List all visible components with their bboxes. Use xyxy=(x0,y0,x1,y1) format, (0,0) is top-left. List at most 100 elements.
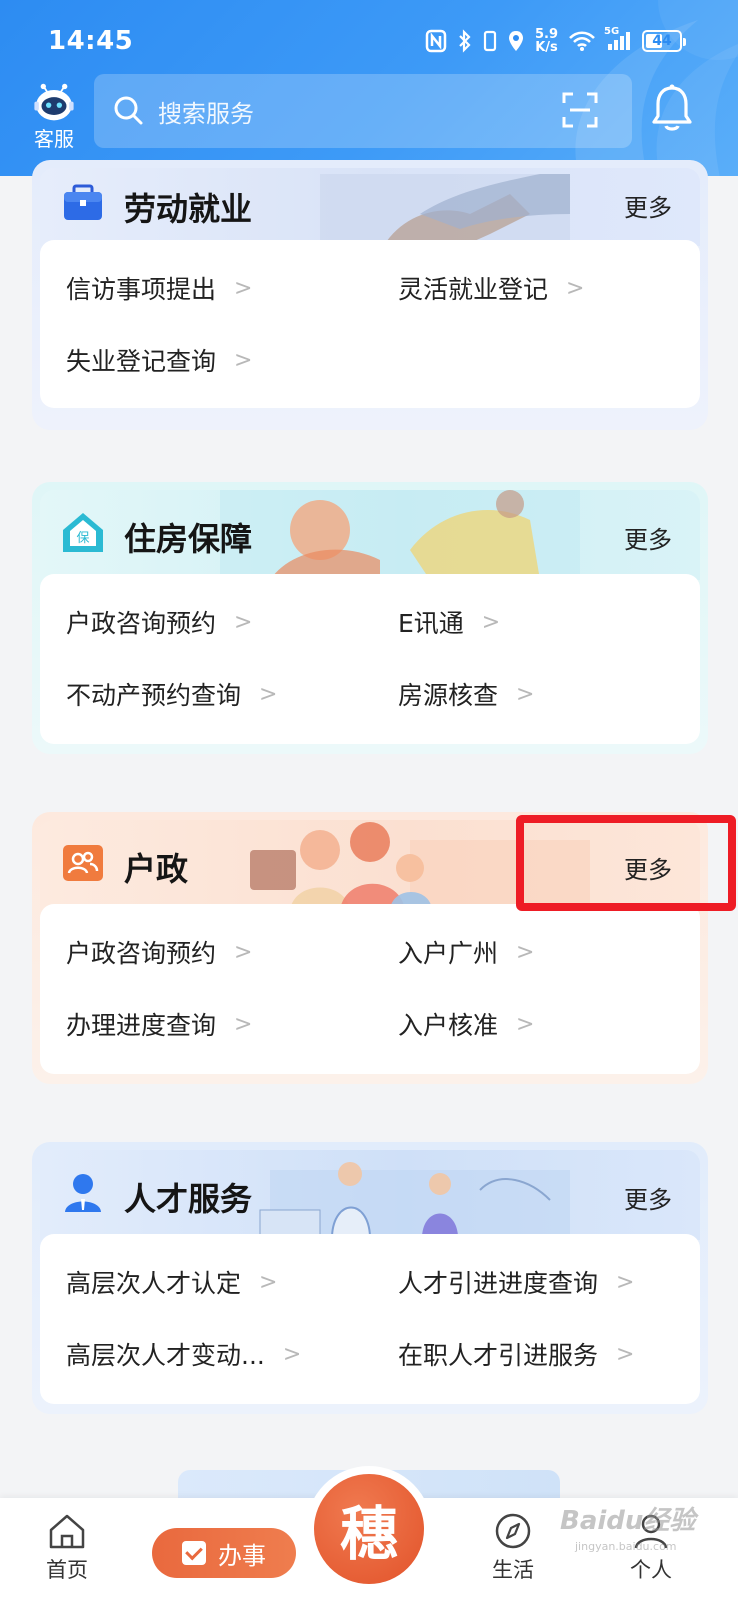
chevron-right-icon: > xyxy=(282,1341,302,1367)
svg-text:保: 保 xyxy=(76,531,89,546)
nav-banshi-label: 办事 xyxy=(218,1541,266,1570)
chevron-right-icon: > xyxy=(481,609,501,635)
chevron-right-icon: > xyxy=(616,1341,635,1367)
status-bar: 14:45 5.9 K/s 5G 44 xyxy=(0,0,738,80)
center-main-button[interactable]: 穗 xyxy=(306,1466,432,1592)
nav-me-label: 个人 xyxy=(630,1558,672,1582)
housing-shield-icon: 保 xyxy=(60,510,106,556)
section-housing-header: 保 住房保障 更多 xyxy=(40,490,700,580)
service-item-label: 房源核查 xyxy=(398,681,499,710)
section-title: 住房保障 xyxy=(124,520,253,558)
vibrate-icon xyxy=(483,29,497,53)
nav-banshi-button[interactable]: 办事 xyxy=(152,1528,296,1578)
talent-illustration xyxy=(259,1162,570,1240)
watermark: Baidu经验 xyxy=(560,1506,696,1536)
section-talent-header: 人才服务 更多 xyxy=(40,1150,700,1240)
section-labor-items: 信访事项提出 > 灵活就业登记 > 失业登记查询 > xyxy=(40,240,700,408)
checkbox-icon xyxy=(182,1541,206,1565)
chevron-right-icon: > xyxy=(516,939,535,965)
people-icon xyxy=(60,840,106,886)
service-item-label: E讯通 xyxy=(398,609,464,638)
service-item-label: 户政咨询预约 xyxy=(66,609,217,638)
scan-icon[interactable] xyxy=(562,92,598,132)
more-link[interactable]: 更多 xyxy=(624,520,672,555)
service-item[interactable]: 不动产预约查询 > xyxy=(66,676,277,712)
service-item[interactable]: 房源核查 > xyxy=(398,676,534,712)
service-item[interactable]: 户政咨询预约 > xyxy=(66,934,252,970)
chevron-right-icon: > xyxy=(516,1011,535,1037)
section-housing: 保 住房保障 更多 户政咨询预约 > E讯通 > 不动产预约查询 > 房源核查 > xyxy=(32,482,708,754)
nav-home-label: 首页 xyxy=(46,1558,88,1582)
wifi-icon xyxy=(568,30,596,52)
service-item[interactable]: 入户广州 > xyxy=(398,934,534,970)
service-item[interactable]: 在职人才引进服务 > xyxy=(398,1336,634,1372)
nav-life-label: 生活 xyxy=(492,1558,534,1582)
compass-icon xyxy=(495,1513,531,1549)
service-item-label: 高层次人才认定 xyxy=(66,1269,242,1298)
chevron-right-icon: > xyxy=(259,681,278,707)
service-item[interactable]: E讯通 > xyxy=(398,604,500,640)
bell-icon[interactable] xyxy=(650,84,694,136)
service-item[interactable]: 人才引进进度查询 > xyxy=(398,1264,634,1300)
service-item-label: 失业登记查询 xyxy=(66,347,217,376)
chevron-right-icon: > xyxy=(234,275,253,301)
service-item[interactable]: 入户核准 > xyxy=(398,1006,534,1042)
service-item-label: 灵活就业登记 xyxy=(398,275,549,304)
watermark-sub: jingyan.baidu.com xyxy=(575,1540,677,1553)
customer-service-label: 客服 xyxy=(34,127,74,151)
service-item-label: 信访事项提出 xyxy=(66,275,217,304)
service-item[interactable]: 户政咨询预约 > xyxy=(66,604,252,640)
section-labor: 劳动就业 更多 信访事项提出 > 灵活就业登记 > 失业登记查询 > xyxy=(32,160,708,430)
top-header: 14:45 5.9 K/s 5G 44 客服 搜索服务 xyxy=(0,0,738,176)
nfc-icon xyxy=(425,29,447,53)
chevron-right-icon: > xyxy=(516,681,535,707)
service-item-label: 不动产预约查询 xyxy=(66,681,242,710)
service-item[interactable]: 失业登记查询 > xyxy=(66,342,252,378)
service-item[interactable]: 办理进度查询 > xyxy=(66,1006,252,1042)
chevron-right-icon: > xyxy=(234,1011,253,1037)
service-item-label: 人才引进进度查询 xyxy=(398,1269,599,1298)
service-item[interactable]: 高层次人才认定 > xyxy=(66,1264,277,1300)
customer-service-button[interactable]: 客服 xyxy=(26,82,82,152)
net-speed: 5.9 K/s xyxy=(535,28,558,54)
search-placeholder: 搜索服务 xyxy=(158,100,254,128)
service-item[interactable]: 灵活就业登记 > xyxy=(398,270,584,306)
service-item-label: 高层次人才变动... xyxy=(66,1341,265,1370)
chevron-right-icon: > xyxy=(234,939,253,965)
service-item-label: 入户核准 xyxy=(398,1011,499,1040)
section-labor-header: 劳动就业 更多 xyxy=(40,168,700,246)
section-hukou-items: 户政咨询预约 > 入户广州 > 办理进度查询 > 入户核准 > xyxy=(40,904,700,1074)
highlight-annotation-box xyxy=(516,815,736,911)
search-bar[interactable]: 搜索服务 xyxy=(94,74,632,148)
service-item-label: 入户广州 xyxy=(398,939,499,968)
service-item-label: 办理进度查询 xyxy=(66,1011,217,1040)
robot-icon xyxy=(34,83,74,121)
location-icon xyxy=(507,29,525,53)
cellular-signal-icon: 5G xyxy=(604,26,632,52)
person-icon xyxy=(60,1170,106,1216)
nav-life[interactable]: 生活 xyxy=(492,1512,534,1584)
handshake-illustration xyxy=(320,174,570,246)
bluetooth-icon xyxy=(457,29,473,53)
chevron-right-icon: > xyxy=(616,1269,635,1295)
section-talent: 人才服务 更多 高层次人才认定 > 人才引进进度查询 > 高层次人才变动... > 在… xyxy=(32,1142,708,1414)
sui-logo-icon: 穗 xyxy=(314,1474,424,1584)
status-icons: 5.9 K/s 5G 44 xyxy=(425,24,686,58)
more-link[interactable]: 更多 xyxy=(624,188,672,223)
net-speed-unit: K/s xyxy=(535,40,558,55)
battery-indicator: 44 xyxy=(642,30,686,52)
section-title: 劳动就业 xyxy=(124,190,253,228)
chevron-right-icon: > xyxy=(234,609,253,635)
service-item[interactable]: 信访事项提出 > xyxy=(66,270,252,306)
section-title: 人才服务 xyxy=(124,1180,253,1218)
section-title: 户政 xyxy=(124,850,189,888)
service-item-label: 户政咨询预约 xyxy=(66,939,217,968)
nav-home[interactable]: 首页 xyxy=(46,1512,88,1584)
briefcase-icon xyxy=(60,180,106,226)
home-icon xyxy=(49,1514,85,1549)
chevron-right-icon: > xyxy=(234,347,253,373)
more-link[interactable]: 更多 xyxy=(624,1180,672,1215)
service-item-label: 在职人才引进服务 xyxy=(398,1341,599,1370)
chevron-right-icon: > xyxy=(259,1269,278,1295)
service-item[interactable]: 高层次人才变动... > xyxy=(66,1336,301,1372)
